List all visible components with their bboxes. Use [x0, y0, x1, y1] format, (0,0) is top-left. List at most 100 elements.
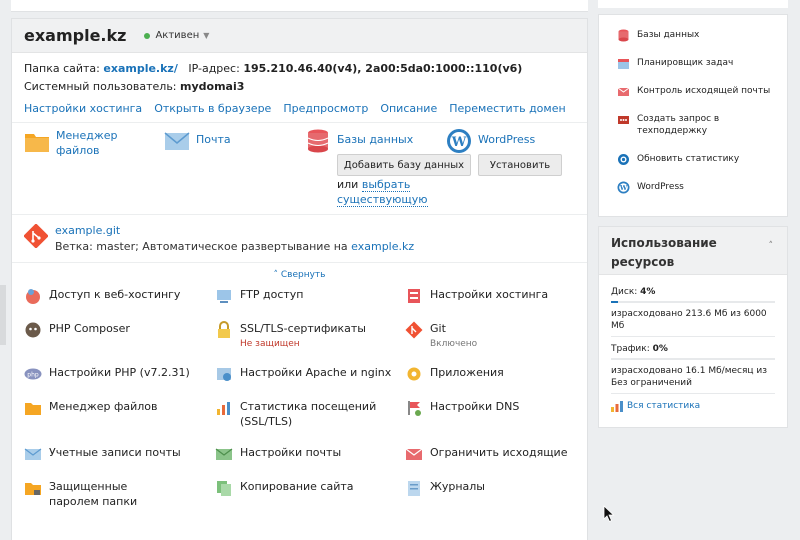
- sidebar-item-label: Создать запрос в техподдержку: [637, 114, 720, 136]
- git-status: Включено: [430, 339, 478, 349]
- git-section: example.git Ветка: master; Автоматическо…: [12, 215, 587, 263]
- mail-settings-icon: [215, 448, 233, 460]
- link-move-domain[interactable]: Переместить домен: [449, 102, 565, 115]
- domain-title[interactable]: example.kz: [24, 26, 126, 45]
- traffic-used-text: израсходовано 16.1 Мб/месяц из Без огран…: [611, 366, 768, 388]
- grid-label: Журналы: [430, 480, 485, 493]
- traffic-value: 0%: [652, 344, 668, 354]
- web-server-icon: [217, 368, 231, 381]
- system-user-value: mydomai3: [180, 80, 245, 93]
- grid-mail-settings[interactable]: Настройки почты: [215, 445, 395, 463]
- link-description[interactable]: Описание: [380, 102, 437, 115]
- grid-web-hosting-access[interactable]: Доступ к веб-хостингу: [24, 287, 204, 305]
- svg-text:W: W: [619, 184, 628, 192]
- git-icon: [24, 224, 48, 248]
- ip-label: IP-адрес:: [188, 62, 240, 75]
- grid-dns-settings[interactable]: Настройки DNS: [405, 399, 585, 417]
- all-statistics-link[interactable]: Вся статистика: [611, 400, 775, 412]
- grid-apache-nginx[interactable]: Настройки Apache и nginx: [215, 365, 395, 383]
- link-open-in-browser[interactable]: Открыть в браузере: [154, 102, 271, 115]
- statistics-icon: [217, 402, 230, 415]
- sidebar-item-label: WordPress: [637, 182, 684, 192]
- sidebar-item-wordpress[interactable]: W WordPress: [617, 181, 684, 194]
- folder-link[interactable]: example.kz/: [103, 62, 177, 75]
- disk-value: 4%: [640, 287, 656, 297]
- previous-card-edge: [11, 0, 588, 12]
- grid-label: Менеджер файлов: [49, 400, 158, 413]
- grid-site-copy[interactable]: Копирование сайта: [215, 479, 395, 497]
- sidebar-item-databases[interactable]: Базы данных: [617, 29, 699, 42]
- folder-label: Папка сайта:: [24, 62, 100, 75]
- collapse-label: Свернуть: [280, 270, 326, 280]
- grid-visit-statistics[interactable]: Статистика посещений (SSL/TLS): [215, 399, 395, 429]
- tool-mail-label: Почта: [196, 133, 231, 146]
- tool-databases[interactable]: Базы данных: [305, 128, 413, 154]
- link-preview[interactable]: Предпросмотр: [283, 102, 368, 115]
- ssl-status: Не защищен: [240, 339, 300, 349]
- grid-applications[interactable]: Приложения: [405, 365, 585, 383]
- grid-label: Статистика посещений (SSL/TLS): [240, 400, 377, 428]
- grid-limit-outgoing[interactable]: Ограничить исходящие: [405, 445, 585, 463]
- grid-logs[interactable]: Журналы: [405, 479, 585, 497]
- quick-tools: Менеджер файлов Почта Базы данных W Word…: [12, 123, 587, 215]
- domain-links: Настройки хостинга Открыть в браузере Пр…: [12, 96, 587, 123]
- resource-usage-header[interactable]: Использование ресурсов ˄: [599, 227, 787, 275]
- disk-usage-bar: [611, 301, 775, 303]
- tool-wordpress[interactable]: W WordPress: [446, 128, 535, 154]
- collapse-toggle[interactable]: ˄ Свернуть: [12, 263, 587, 287]
- link-hosting-settings[interactable]: Настройки хостинга: [24, 102, 142, 115]
- sidebar-item-outgoing-mail[interactable]: Контроль исходящей почты: [617, 85, 770, 98]
- left-scroll-tab[interactable]: [0, 285, 6, 345]
- add-database-button[interactable]: Добавить базу данных: [337, 154, 471, 176]
- grid-git[interactable]: Git Включено: [405, 321, 585, 351]
- ip-value: 195.210.46.40(v4), 2a00:5da0:1000::110(v…: [243, 62, 523, 75]
- grid-file-manager[interactable]: Менеджер файлов: [24, 399, 204, 417]
- git-repo-link[interactable]: example.git: [55, 224, 120, 237]
- tool-file-manager[interactable]: Менеджер файлов: [24, 128, 126, 158]
- tool-mail[interactable]: Почта: [164, 128, 231, 154]
- chevron-up-icon: ˄: [273, 270, 279, 280]
- php-icon: php: [24, 368, 42, 380]
- sidebar-item-label: Обновить статистику: [637, 154, 740, 164]
- grid-label: Настройки Apache и nginx: [240, 366, 392, 379]
- sidebar-item-scheduler[interactable]: Планировщик задач: [617, 57, 733, 70]
- grid-php-settings[interactable]: php Настройки PHP (v7.2.31): [24, 365, 204, 383]
- hosting-settings-icon: [408, 289, 420, 303]
- composer-icon: [25, 322, 41, 338]
- grid-ssl-certificates[interactable]: SSL/TLS-сертификаты Не защищен: [215, 321, 395, 351]
- sidebar-item-support-ticket[interactable]: Создать запрос в техподдержку: [617, 113, 767, 137]
- status-dot-icon: [144, 32, 151, 39]
- grid-ftp-access[interactable]: FTP доступ: [215, 287, 395, 305]
- status-label: Активен: [155, 30, 200, 41]
- svg-text:W: W: [451, 135, 467, 150]
- gear-icon: [407, 367, 421, 381]
- sidebar-item-label: Контроль исходящей почты: [637, 86, 771, 96]
- status-dropdown[interactable]: Активен ▼: [144, 30, 209, 41]
- grid-label: Ограничить исходящие: [430, 446, 568, 459]
- folder-icon: [25, 403, 41, 415]
- grid-label: Защищенные паролем папки: [49, 480, 138, 508]
- grid-label: Доступ к веб-хостингу: [49, 288, 181, 301]
- grid-php-composer[interactable]: PHP Composer: [24, 321, 204, 339]
- grid-label: FTP доступ: [240, 288, 304, 301]
- dns-icon: [408, 401, 421, 416]
- grid-label: Копирование сайта: [240, 480, 354, 493]
- sidebar-item-refresh-stats[interactable]: Обновить статистику: [617, 153, 739, 166]
- folder-icon: [25, 134, 49, 152]
- sidebar-actions: Базы данных Планировщик задач Контроль и…: [598, 14, 788, 217]
- install-wordpress-button[interactable]: Установить: [478, 154, 562, 176]
- grid-label: Настройки хостинга: [430, 288, 549, 301]
- lock-icon: [218, 321, 230, 338]
- traffic-usage-bar: [611, 358, 775, 360]
- grid-label: Настройки почты: [240, 446, 342, 459]
- grid-password-protected[interactable]: Защищенные паролем папки: [24, 479, 204, 509]
- git-icon: [405, 321, 423, 339]
- grid-label: Git: [430, 322, 446, 335]
- sidebar-top-edge: [598, 0, 788, 8]
- grid-mail-accounts[interactable]: Учетные записи почты: [24, 445, 204, 463]
- disk-usage-fill: [611, 301, 618, 303]
- sidebar-item-label: Планировщик задач: [637, 58, 734, 68]
- git-deploy-link[interactable]: example.kz: [351, 240, 414, 253]
- grid-hosting-settings[interactable]: Настройки хостинга: [405, 287, 585, 305]
- tool-databases-label: Базы данных: [337, 133, 414, 146]
